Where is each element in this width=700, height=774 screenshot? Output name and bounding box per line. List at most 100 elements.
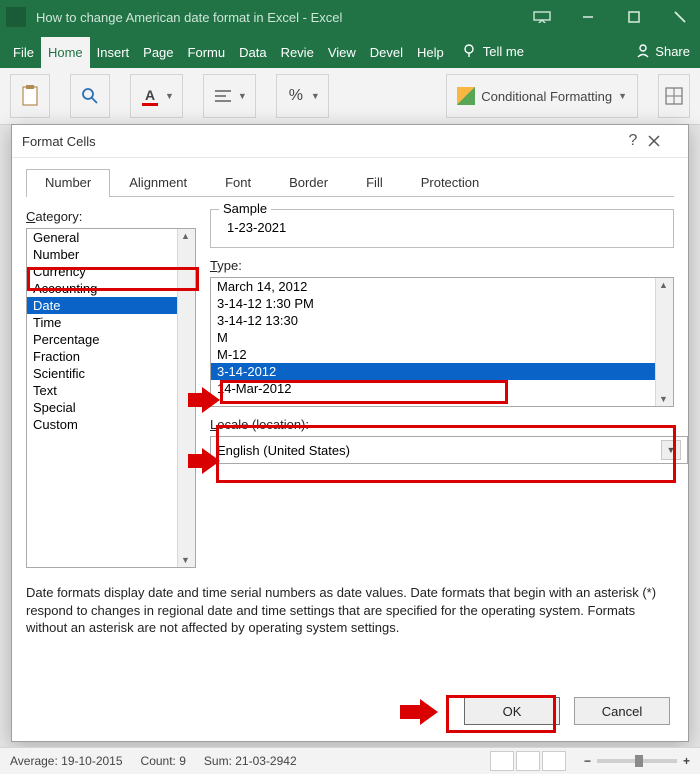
tab-protection[interactable]: Protection (402, 169, 499, 197)
chevron-down-icon: ▼ (311, 91, 320, 101)
app-titlebar: How to change American date format in Ex… (0, 0, 700, 34)
category-description: Date formats display date and time seria… (26, 584, 674, 637)
list-item[interactable]: Percentage (27, 331, 195, 348)
cells-icon (663, 85, 685, 107)
list-item[interactable]: M (211, 329, 673, 346)
zoom-control[interactable]: − + (584, 754, 690, 768)
share-label: Share (655, 44, 690, 59)
cancel-button[interactable]: Cancel (574, 697, 670, 725)
ribbon-toolbar: A ▼ ▼ % ▼ Conditional Formatting ▼ (0, 68, 700, 125)
zoom-slider[interactable] (597, 759, 677, 763)
list-item[interactable]: Text (27, 382, 195, 399)
font-color-group[interactable]: A ▼ (130, 74, 183, 118)
list-item[interactable]: General (27, 229, 195, 246)
tab-number[interactable]: Number (26, 169, 110, 197)
close-button[interactable] (666, 5, 694, 29)
sample-value: 1-23-2021 (221, 220, 663, 235)
dialog-title: Format Cells (22, 134, 96, 149)
ribbon-tabs: File Home Insert Page Formu Data Revie V… (0, 34, 700, 68)
list-item[interactable]: 14-Mar-2012 (211, 380, 673, 397)
list-item[interactable]: M-12 (211, 346, 673, 363)
view-page-layout-button[interactable] (516, 751, 540, 771)
dialog-tabs: Number Alignment Font Border Fill Protec… (26, 168, 674, 197)
zoom-in-icon[interactable]: + (683, 754, 690, 768)
excel-doc-icon (6, 7, 26, 27)
find-group[interactable] (70, 74, 110, 118)
dialog-close-button[interactable] (648, 135, 678, 147)
close-icon (648, 135, 660, 147)
font-color-icon: A (139, 85, 161, 107)
list-item[interactable]: 3-14-12 13:30 (211, 312, 673, 329)
category-label: Category: (26, 209, 196, 224)
tab-fill[interactable]: Fill (347, 169, 402, 197)
format-cells-dialog: Format Cells ? Number Alignment Font Bor… (11, 124, 689, 742)
tab-page[interactable]: Page (136, 37, 180, 68)
tab-developer[interactable]: Devel (363, 37, 410, 68)
chevron-down-icon: ▼ (165, 91, 174, 101)
tab-formulas[interactable]: Formu (181, 37, 233, 68)
list-item[interactable]: Accounting (27, 280, 195, 297)
scrollbar[interactable] (177, 229, 195, 567)
sample-group: Sample 1-23-2021 (210, 209, 674, 248)
tab-view[interactable]: View (321, 37, 363, 68)
ribbon-options-icon[interactable] (528, 5, 556, 29)
percent-icon: % (285, 85, 307, 107)
align-group[interactable]: ▼ (203, 74, 256, 118)
status-count: Count: 9 (141, 754, 186, 768)
tab-border[interactable]: Border (270, 169, 347, 197)
share-button[interactable]: Share (625, 34, 700, 68)
tell-me-search[interactable]: Tell me (451, 34, 534, 68)
chevron-down-icon: ▼ (618, 91, 627, 101)
tab-review[interactable]: Revie (274, 37, 321, 68)
list-item[interactable]: Currency (27, 263, 195, 280)
tab-alignment[interactable]: Alignment (110, 169, 206, 197)
tab-data[interactable]: Data (232, 37, 273, 68)
window-title: How to change American date format in Ex… (36, 10, 528, 25)
locale-label: Locale (location): (210, 417, 674, 432)
tab-home[interactable]: Home (41, 37, 90, 68)
status-sum: Sum: 21-03-2942 (204, 754, 297, 768)
tab-help[interactable]: Help (410, 37, 451, 68)
minimize-button[interactable] (574, 5, 602, 29)
insert-cells-group[interactable] (658, 74, 690, 118)
list-item[interactable]: 3-14-12 1:30 PM (211, 295, 673, 312)
sample-label: Sample (219, 201, 271, 216)
zoom-out-icon[interactable]: − (584, 754, 591, 768)
tab-insert[interactable]: Insert (90, 37, 137, 68)
status-average: Average: 19-10-2015 (10, 754, 123, 768)
ok-button[interactable]: OK (464, 697, 560, 725)
locale-dropdown[interactable]: English (United States) ▼ (210, 436, 688, 464)
maximize-button[interactable] (620, 5, 648, 29)
list-item[interactable]: March 14, 2012 (211, 278, 673, 295)
list-item-selected[interactable]: 3-14-2012 (211, 363, 673, 380)
conditional-formatting-button[interactable]: Conditional Formatting ▼ (446, 74, 638, 118)
tell-me-label: Tell me (483, 44, 524, 59)
list-item[interactable]: Number (27, 246, 195, 263)
chevron-down-icon: ▼ (238, 91, 247, 101)
type-label: Type: (210, 258, 674, 273)
type-listbox[interactable]: March 14, 2012 3-14-12 1:30 PM 3-14-12 1… (210, 277, 674, 407)
tab-file[interactable]: File (6, 37, 41, 68)
list-item[interactable]: Scientific (27, 365, 195, 382)
conditional-formatting-icon (457, 87, 475, 105)
scrollbar[interactable] (655, 278, 673, 406)
list-item[interactable]: Custom (27, 416, 195, 433)
dialog-titlebar: Format Cells ? (12, 125, 688, 158)
window-controls (528, 5, 694, 29)
list-item[interactable]: Fraction (27, 348, 195, 365)
lightbulb-icon (461, 43, 477, 59)
paste-group[interactable] (10, 74, 50, 118)
list-item-selected[interactable]: Date (27, 297, 195, 314)
list-item[interactable]: Time (27, 314, 195, 331)
list-item[interactable]: Special (27, 399, 195, 416)
dialog-help-button[interactable]: ? (618, 132, 648, 150)
search-icon (79, 85, 101, 107)
category-listbox[interactable]: General Number Currency Accounting Date … (26, 228, 196, 568)
tab-font[interactable]: Font (206, 169, 270, 197)
share-icon (635, 43, 651, 59)
view-page-break-button[interactable] (542, 751, 566, 771)
chevron-down-icon: ▼ (661, 440, 681, 460)
view-normal-button[interactable] (490, 751, 514, 771)
statusbar: Average: 19-10-2015 Count: 9 Sum: 21-03-… (0, 747, 700, 774)
percent-group[interactable]: % ▼ (276, 74, 329, 118)
